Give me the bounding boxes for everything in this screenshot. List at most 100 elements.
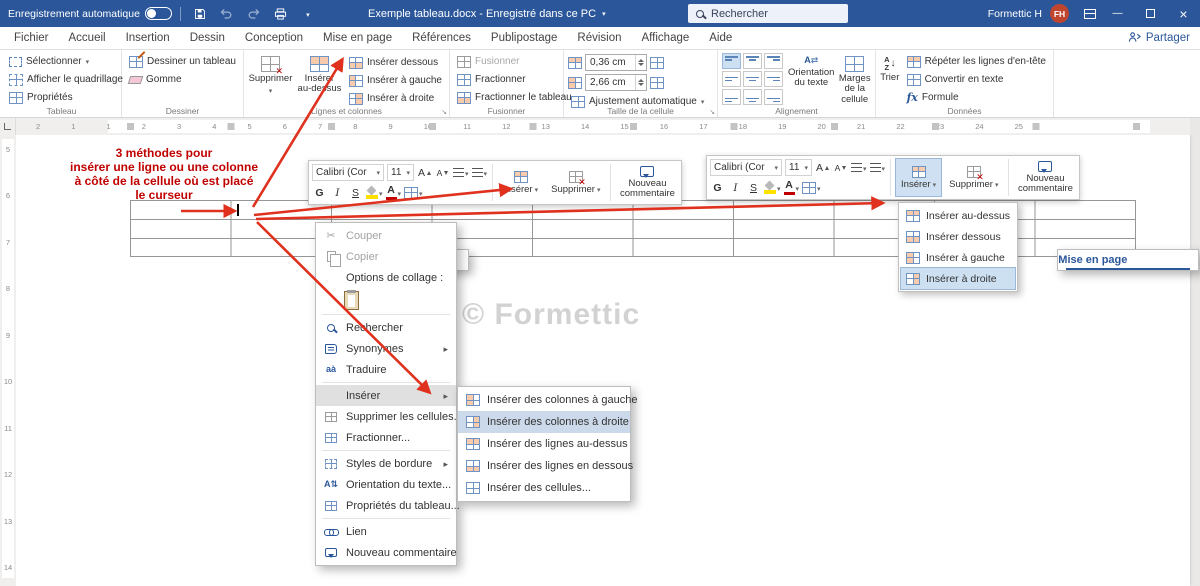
menu-item-rechercher[interactable]: Rechercher bbox=[316, 317, 456, 338]
search-box[interactable] bbox=[688, 4, 848, 23]
bold-button[interactable]: G bbox=[710, 179, 725, 196]
menu-item-orientation-du-texte[interactable]: A⇅Orientation du texte... bbox=[316, 474, 456, 495]
align-bottom-right-button[interactable] bbox=[764, 89, 783, 105]
bullet-list-button[interactable] bbox=[851, 159, 867, 176]
tab-publipostage[interactable]: Publipostage bbox=[481, 27, 568, 49]
menu-item-traduire[interactable]: aàTraduire bbox=[316, 359, 456, 380]
font-name-select[interactable]: Calibri (Cor bbox=[312, 164, 384, 181]
quick-access-chevron-icon[interactable] bbox=[297, 0, 319, 27]
insert-right-button[interactable]: Insérer à droite bbox=[346, 90, 445, 107]
tab-selector-button[interactable] bbox=[0, 118, 16, 135]
tab-affichage[interactable]: Affichage bbox=[632, 27, 700, 49]
underline-button[interactable]: S bbox=[348, 184, 363, 201]
tab-dessin[interactable]: Dessin bbox=[180, 27, 235, 49]
font-size-select[interactable]: 11 bbox=[785, 159, 812, 176]
delete-button[interactable]: ✕Supprimer bbox=[248, 53, 293, 97]
split-table-button[interactable]: Fractionner le tableau bbox=[454, 89, 575, 106]
menu-item-inserer-colonnes-droite[interactable]: Insérer des colonnes à droite bbox=[458, 411, 630, 433]
merge-cells-button[interactable]: Fusionner bbox=[454, 53, 575, 70]
vertical-ruler[interactable]: 567891011121314 bbox=[0, 135, 16, 586]
user-name[interactable]: Formettic H bbox=[988, 8, 1042, 20]
autosave-toggle[interactable]: Enregistrement automatique bbox=[8, 7, 172, 20]
column-width-input[interactable]: 2,66 cm bbox=[585, 74, 647, 91]
tab-revision[interactable]: Révision bbox=[567, 27, 631, 49]
bullet-list-button[interactable] bbox=[453, 164, 469, 181]
avatar[interactable]: FH bbox=[1050, 4, 1069, 23]
insert-button[interactable]: Insérer bbox=[896, 159, 941, 196]
menu-item-couper[interactable]: ✂Couper bbox=[316, 225, 456, 246]
italic-button[interactable]: I bbox=[330, 184, 345, 201]
maximize-button[interactable] bbox=[1134, 0, 1167, 27]
new-comment-button[interactable]: Nouveau commentaire bbox=[1014, 159, 1076, 196]
document-title[interactable]: Exemple tableau.docx - Enregistré dans c… bbox=[368, 0, 606, 27]
tab-aide[interactable]: Aide bbox=[699, 27, 742, 49]
borders-button[interactable] bbox=[802, 179, 821, 196]
align-center-right-button[interactable] bbox=[764, 71, 783, 87]
menu-item-fractionner[interactable]: Fractionner... bbox=[316, 427, 456, 448]
font-name-select[interactable]: Calibri (Cor bbox=[710, 159, 782, 176]
align-top-center-button[interactable] bbox=[743, 53, 762, 69]
print-icon[interactable] bbox=[270, 0, 292, 27]
insert-above-button[interactable]: Insérer au-dessus bbox=[297, 53, 342, 95]
align-center-button[interactable] bbox=[743, 71, 762, 87]
numbered-list-button[interactable] bbox=[472, 164, 488, 181]
redo-icon[interactable] bbox=[243, 0, 265, 27]
table-column-markers[interactable] bbox=[127, 123, 1143, 130]
menu-item-supprimer-les-cellules[interactable]: Supprimer les cellules... bbox=[316, 406, 456, 427]
cell-margins-button[interactable]: Marges de la cellule bbox=[838, 53, 871, 105]
repeat-header-rows-button[interactable]: Répéter les lignes d'en-tête bbox=[904, 53, 1049, 70]
menu-item-inserer-lignes-dessous[interactable]: Insérer des lignes en dessous bbox=[458, 455, 630, 477]
tab-insertion[interactable]: Insertion bbox=[116, 27, 180, 49]
align-bottom-left-button[interactable] bbox=[722, 89, 741, 105]
close-button[interactable] bbox=[1167, 0, 1200, 27]
select-table-button[interactable]: Sélectionner bbox=[6, 53, 126, 70]
minimize-button[interactable] bbox=[1101, 0, 1134, 27]
table-properties-button[interactable]: Propriétés bbox=[6, 89, 126, 106]
font-size-select[interactable]: 11 bbox=[387, 164, 414, 181]
sort-button[interactable]: AZ↓ Trier bbox=[880, 53, 900, 83]
delete-button[interactable]: ✕ Supprimer bbox=[944, 159, 1003, 196]
new-comment-button[interactable]: Nouveau commentaire bbox=[616, 164, 678, 201]
menu-item-inserer-colonnes-gauche[interactable]: Insérer des colonnes à gauche bbox=[458, 389, 630, 411]
tab-mise-en-page-table[interactable]: Mise en page bbox=[1057, 249, 1199, 271]
ribbon-display-options-icon[interactable] bbox=[1079, 0, 1101, 27]
convert-to-text-button[interactable]: Convertir en texte bbox=[904, 71, 1049, 88]
text-orientation-button[interactable]: A⇄Orientation du texte bbox=[788, 53, 834, 89]
align-top-right-button[interactable] bbox=[764, 53, 783, 69]
highlight-button[interactable] bbox=[764, 179, 781, 196]
menu-item-styles-de-bordure[interactable]: Styles de bordure bbox=[316, 453, 456, 474]
draw-table-button[interactable]: Dessiner un tableau bbox=[126, 53, 239, 70]
menu-item-inserer-au-dessus[interactable]: Insérer au-dessus bbox=[901, 205, 1015, 226]
split-cells-button[interactable]: Fractionner bbox=[454, 71, 575, 88]
menu-item-inserer-cellules[interactable]: Insérer des cellules... bbox=[458, 477, 630, 499]
font-color-button[interactable]: A bbox=[386, 184, 402, 201]
save-icon[interactable] bbox=[189, 0, 211, 27]
menu-item-inserer-a-gauche[interactable]: Insérer à gauche bbox=[901, 247, 1015, 268]
search-input[interactable] bbox=[711, 8, 826, 20]
align-center-left-button[interactable] bbox=[722, 71, 741, 87]
spinner-icon[interactable] bbox=[635, 55, 646, 70]
highlight-button[interactable] bbox=[366, 184, 383, 201]
insert-button[interactable]: Insérer bbox=[498, 164, 543, 201]
insert-below-button[interactable]: Insérer dessous bbox=[346, 54, 445, 71]
tab-fichier[interactable]: Fichier bbox=[4, 27, 59, 49]
menu-item-proprietes-du-tableau[interactable]: Propriétés du tableau... bbox=[316, 495, 456, 516]
share-button[interactable]: Partager bbox=[1128, 31, 1190, 46]
grow-font-button[interactable]: A bbox=[815, 159, 830, 176]
italic-button[interactable]: I bbox=[728, 179, 743, 196]
menu-item-inserer-dessous[interactable]: Insérer dessous bbox=[901, 226, 1015, 247]
tab-conception[interactable]: Conception bbox=[235, 27, 313, 49]
menu-item-inserer-a-droite[interactable]: Insérer à droite bbox=[901, 268, 1015, 289]
insert-left-button[interactable]: Insérer à gauche bbox=[346, 72, 445, 89]
bold-button[interactable]: G bbox=[312, 184, 327, 201]
spinner-icon[interactable] bbox=[635, 75, 646, 90]
row-height-input[interactable]: 0,36 cm bbox=[585, 54, 647, 71]
tab-mise-en-page[interactable]: Mise en page bbox=[313, 27, 402, 49]
view-gridlines-button[interactable]: Afficher le quadrillage bbox=[6, 71, 126, 88]
shrink-font-button[interactable]: A bbox=[833, 159, 848, 176]
borders-button[interactable] bbox=[404, 184, 423, 201]
align-top-left-button[interactable] bbox=[722, 53, 741, 69]
delete-button[interactable]: ✕ Supprimer bbox=[546, 164, 605, 201]
eraser-button[interactable]: Gomme bbox=[126, 71, 239, 88]
shrink-font-button[interactable]: A bbox=[435, 164, 450, 181]
